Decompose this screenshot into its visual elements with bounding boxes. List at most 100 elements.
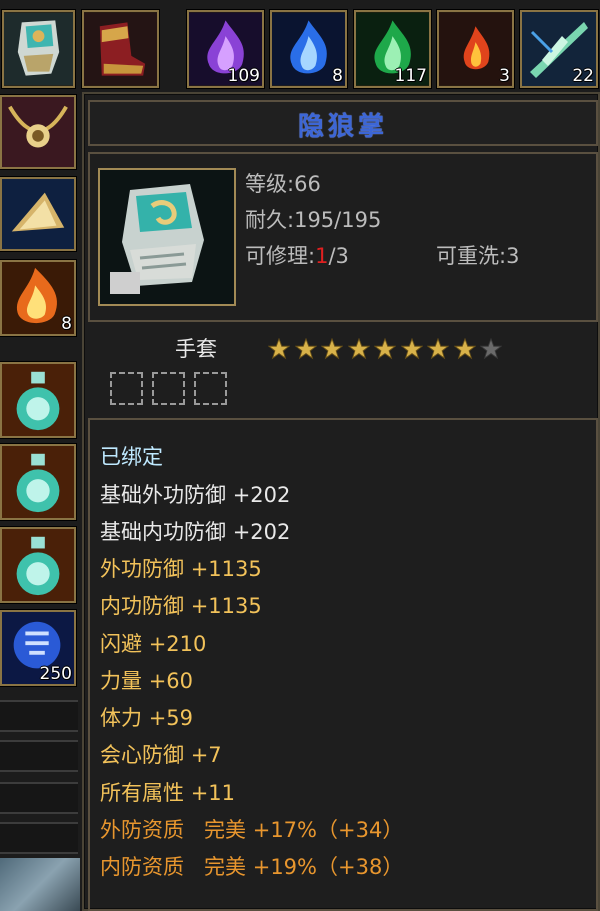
gauntlet-icon [100,170,234,304]
item-icon-frame [98,168,236,306]
attr-value: +1135 [190,557,262,581]
equipped-gloves-slot[interactable] [2,10,75,88]
purple-flame-slot[interactable]: 109 [187,10,264,88]
empty-slot-row[interactable] [0,740,78,772]
level-line: 等级:66 [245,172,321,196]
attr-ext-quality: 外防资质 完美 +17%（+34） [100,814,403,844]
fire-slot[interactable]: 8 [0,260,76,336]
potion-icon [2,529,74,601]
durability-label: 耐久 [245,208,287,232]
attr-value: +17% [252,818,317,842]
attr-label: 外防资质 [100,818,184,842]
star-filled-icon [374,338,396,360]
gem-socket[interactable] [110,372,143,405]
star-filled-icon [294,338,317,360]
scroll-count: 250 [39,664,72,684]
quality-bonus: （+38） [317,855,404,879]
attr-value: +7 [190,743,222,767]
talisman-slot[interactable] [0,177,76,251]
star-filled-icon [400,338,423,360]
green-flame-slot[interactable]: 117 [354,10,431,88]
attr-label: 闪避 [100,632,142,656]
repair-line: 可修理:1/3 [245,244,349,268]
attr-base-int-def: 基础内功防御 +202 [100,516,290,546]
attr-label: 内防资质 [100,855,184,879]
attr-value: +19% [252,855,317,879]
blue-flame-count: 8 [332,66,343,86]
attr-value: +11 [190,781,236,805]
durability-line: 耐久:195/195 [245,208,382,232]
gem-socket[interactable] [194,372,227,405]
gloves-icon [4,12,73,86]
quality-grade: 完美 [204,818,247,842]
empty-slot-row[interactable] [0,822,78,854]
repair-max: /3 [328,244,349,268]
star-filled-icon [347,338,370,360]
attr-value: +202 [232,483,291,507]
boots-icon [84,12,157,86]
attr-all: 所有属性 +11 [100,777,235,807]
talisman-icon [2,179,74,249]
level-value: 66 [294,172,321,196]
attr-base-ext-def: 基础外功防御 +202 [100,479,290,509]
attr-int-def: 内功防御 +1135 [100,590,262,620]
potion-slot-3[interactable] [0,527,76,603]
bound-status: 已绑定 [100,445,163,469]
quality-grade: 完美 [204,855,247,879]
star-filled-icon [453,338,476,360]
attr-value: +60 [148,669,194,693]
attr-label: 会心防御 [100,743,184,767]
rewash-value: 3 [506,244,520,268]
star-filled-icon [427,338,449,360]
empty-slot-row[interactable] [0,782,78,814]
attr-label: 基础外功防御 [100,483,226,507]
attr-dodge: 闪避 +210 [100,628,206,658]
star-filled-icon [321,338,343,360]
attr-value: +202 [232,520,291,544]
landscape-thumbnail [0,858,80,911]
equipped-boots-slot[interactable] [82,10,159,88]
potion-icon [2,446,74,518]
item-title-bar: 隐狼掌 [88,100,598,146]
necklace-icon [2,97,74,167]
red-flame-count: 3 [499,66,510,86]
attr-label: 力量 [100,669,142,693]
feather-count: 22 [572,66,594,86]
attr-int-quality: 内防资质 完美 +19%（+38） [100,851,403,881]
quality-bonus: （+34） [317,818,404,842]
scroll-slot[interactable]: 250 [0,610,76,686]
empty-slot-row[interactable] [0,700,78,732]
potion-slot-2[interactable] [0,444,76,520]
rewash-line: 可重洗:3 [436,244,520,268]
attr-ext-def: 外功防御 +1135 [100,553,262,583]
attr-label: 体力 [100,706,142,730]
red-flame-slot[interactable]: 3 [437,10,514,88]
gem-socket[interactable] [152,372,185,405]
attr-value: +1135 [190,594,262,618]
star-empty-icon [480,338,502,360]
repair-label: 可修理 [245,244,308,268]
repair-current: 1 [315,244,329,268]
potion-icon [2,364,74,436]
purple-flame-count: 109 [227,66,260,86]
attr-crit-def: 会心防御 +7 [100,739,222,769]
blue-flame-slot[interactable]: 8 [270,10,347,88]
star-filled-icon [268,338,290,360]
rewash-label: 可重洗 [436,244,499,268]
attr-label: 外功防御 [100,557,184,581]
attr-stamina: 体力 +59 [100,702,193,732]
attr-strength: 力量 +60 [100,665,193,695]
attr-label: 基础内功防御 [100,520,226,544]
necklace-slot[interactable] [0,95,76,169]
attr-label: 所有属性 [100,781,184,805]
item-type: 手套 [175,337,217,361]
durability-value: 195/195 [294,208,382,232]
green-flame-count: 117 [394,66,427,86]
potion-slot-1[interactable] [0,362,76,438]
fire-count: 8 [61,314,72,334]
feather-slot[interactable]: 22 [520,10,598,88]
item-name: 隐狼掌 [297,112,388,142]
attr-label: 内功防御 [100,594,184,618]
level-label: 等级 [245,172,287,196]
attr-value: +210 [148,632,207,656]
